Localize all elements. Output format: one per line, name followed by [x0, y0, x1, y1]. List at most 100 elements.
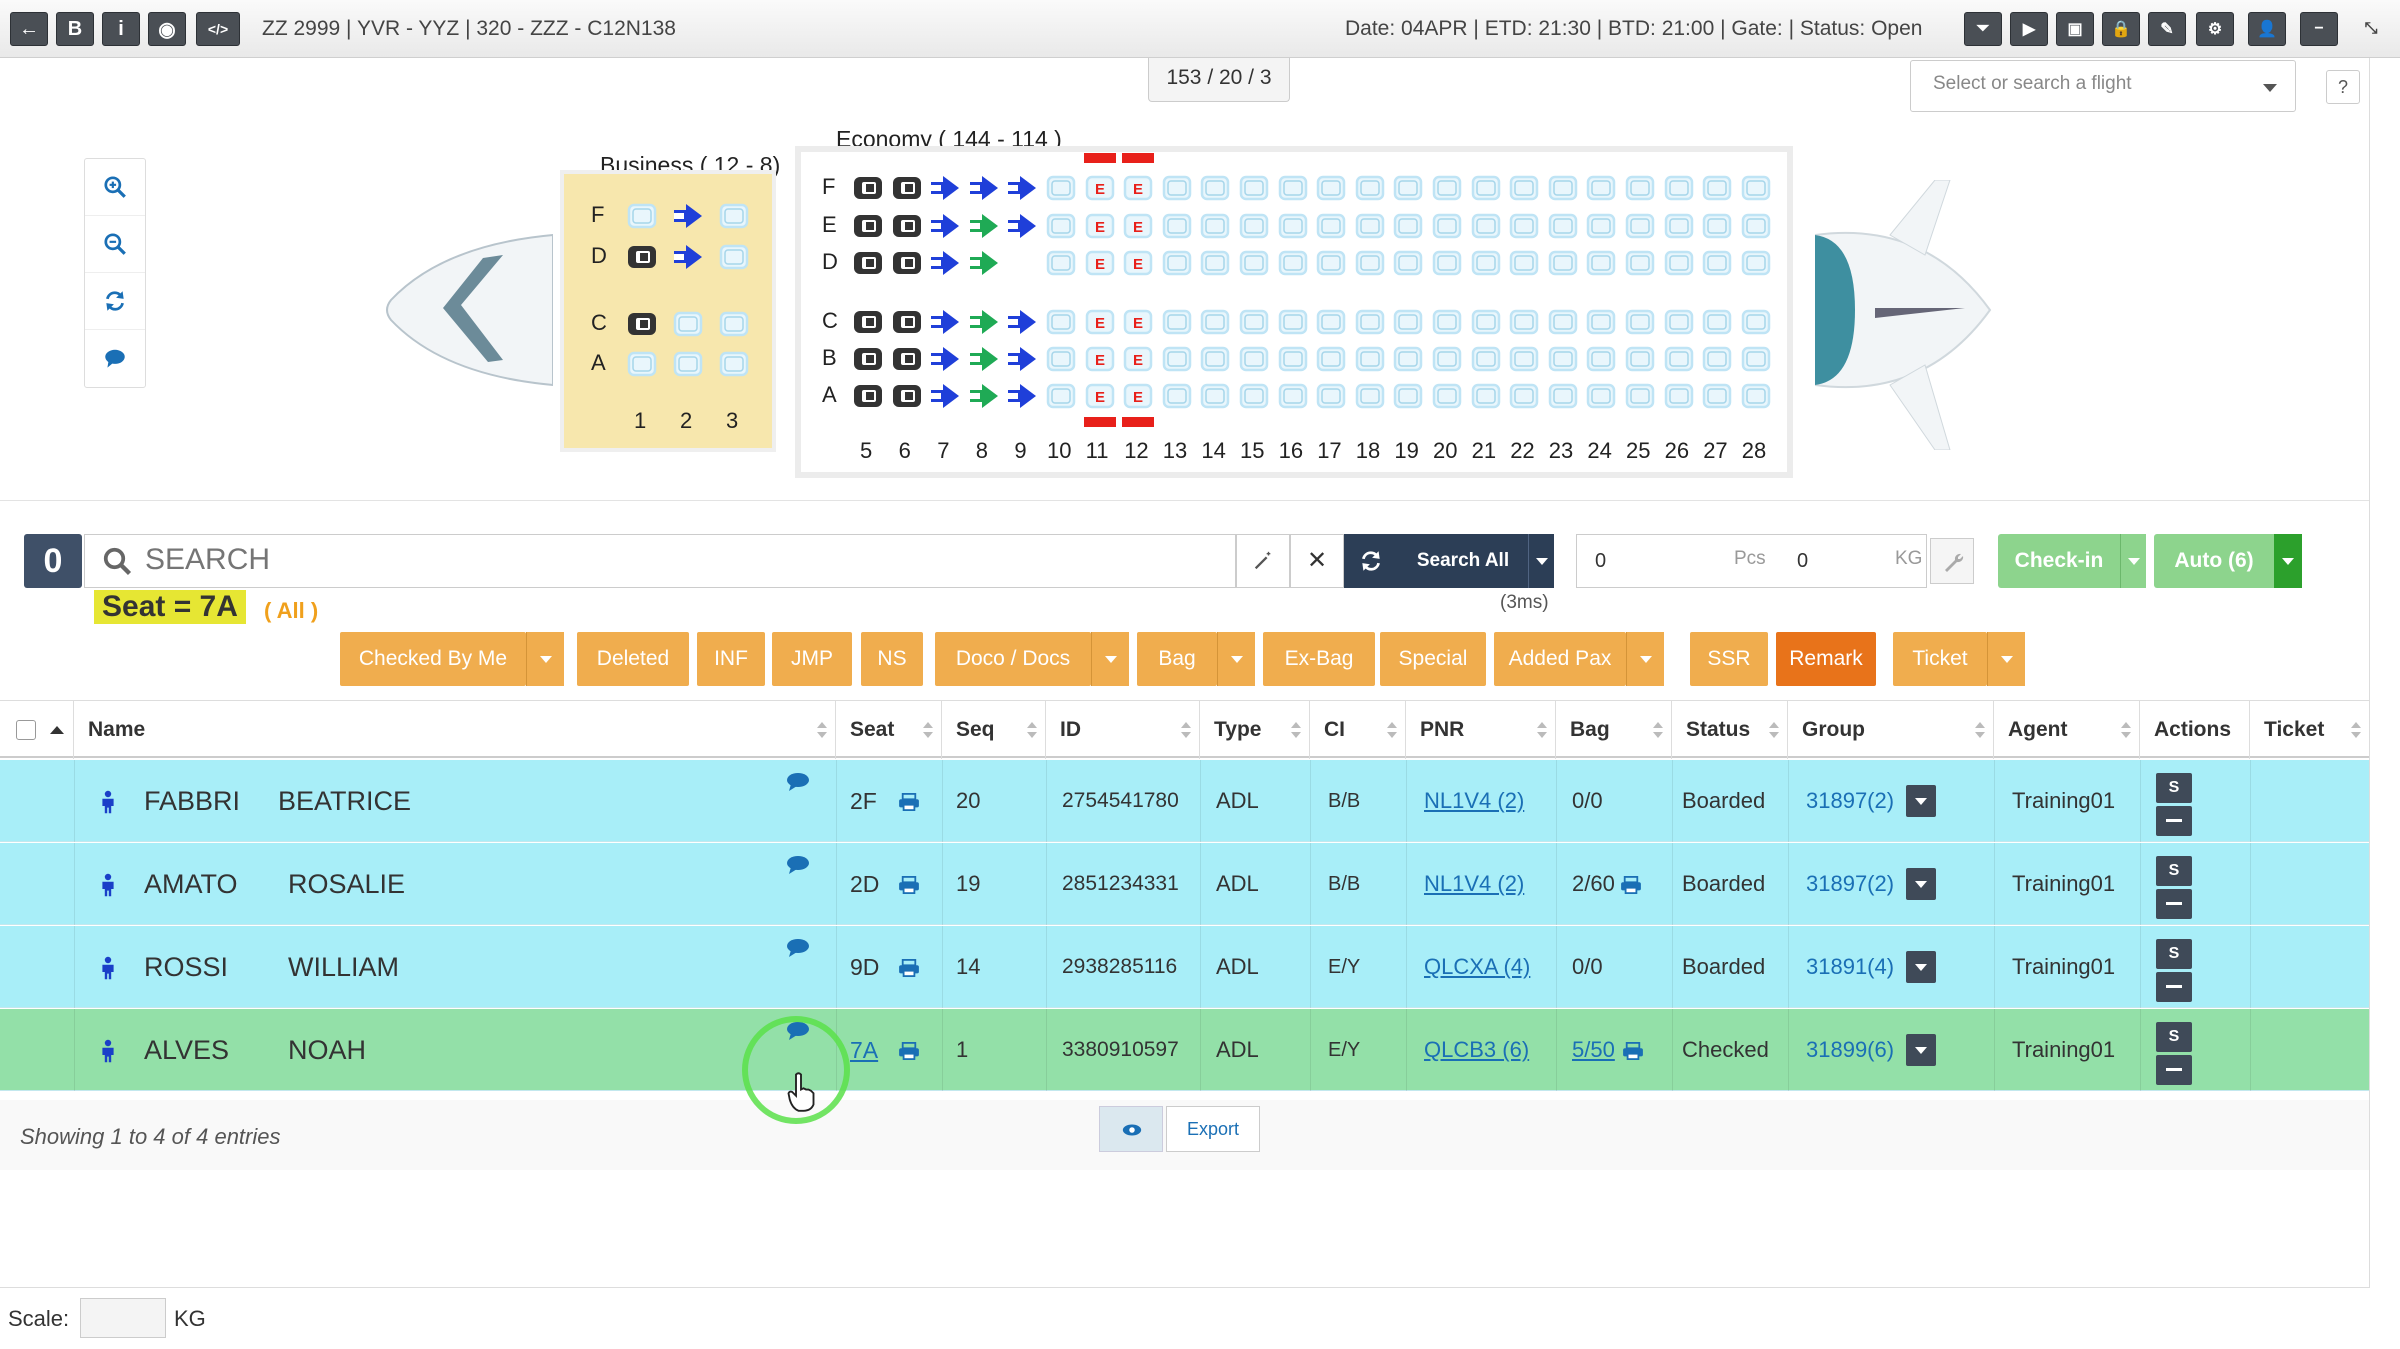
comment-icon[interactable] — [85, 330, 145, 387]
seat-available-icon[interactable] — [1431, 308, 1463, 336]
back-icon[interactable]: ← — [10, 12, 48, 46]
filter-ns-button[interactable]: NS — [861, 632, 923, 686]
filter-icon[interactable]: ⏷ — [1964, 12, 2002, 46]
seat-available-icon[interactable] — [1547, 382, 1579, 410]
filter-deleted-button[interactable]: Deleted — [577, 632, 689, 686]
seat-available-icon[interactable] — [1740, 212, 1772, 240]
clear-search-button[interactable]: ✕ — [1290, 534, 1344, 588]
bag-tag-print-icon[interactable] — [1620, 843, 1642, 925]
group-dropdown[interactable] — [1906, 785, 1936, 817]
seat-available-icon[interactable] — [1199, 345, 1231, 373]
minus-action-button[interactable] — [2156, 806, 2192, 836]
seat-available-icon[interactable] — [1431, 249, 1463, 277]
help-button[interactable]: ? — [2326, 70, 2360, 104]
column-header-pnr[interactable]: PNR — [1406, 701, 1556, 759]
sort-icon[interactable] — [923, 722, 933, 740]
passenger-first-name[interactable]: WILLIAM — [288, 926, 399, 1008]
seat-available-icon[interactable] — [1277, 345, 1309, 373]
seat-available-icon[interactable] — [1199, 212, 1231, 240]
seat-available-icon[interactable] — [626, 350, 658, 378]
s-action-button[interactable]: S — [2156, 856, 2192, 886]
lock-icon[interactable]: 🔒 — [2102, 12, 2140, 46]
search-all-dropdown[interactable] — [1528, 534, 1554, 588]
code-icon[interactable]: </> — [196, 12, 240, 46]
select-all-header[interactable] — [0, 701, 74, 759]
column-header-seq[interactable]: Seq — [942, 701, 1046, 759]
column-header-name[interactable]: Name — [74, 701, 836, 759]
seat-available-icon[interactable] — [1238, 249, 1270, 277]
table-row[interactable]: AMATO ROSALIE 2D 19 2851234331 ADL B/B NL1V4 (2… — [0, 843, 2370, 925]
seat-available-icon[interactable] — [1161, 382, 1193, 410]
seat-blocked-icon[interactable] — [891, 345, 923, 373]
seat-available-icon[interactable] — [1277, 174, 1309, 202]
seat-available-icon[interactable] — [1431, 212, 1463, 240]
seat-available-icon[interactable] — [1547, 212, 1579, 240]
seat-available-icon[interactable] — [1740, 174, 1772, 202]
seat-available-icon[interactable] — [1199, 174, 1231, 202]
group-value[interactable]: 31891(4) — [1806, 926, 1894, 1008]
seat-available-icon[interactable] — [1354, 308, 1386, 336]
seat-blocked-icon[interactable] — [891, 382, 923, 410]
seat-available-icon[interactable] — [1470, 249, 1502, 277]
s-action-button[interactable]: S — [2156, 1022, 2192, 1052]
wrench-icon[interactable]: ✎ — [2148, 12, 2186, 46]
filter-bag-button[interactable]: Bag — [1137, 632, 1217, 686]
column-header-id[interactable]: ID — [1046, 701, 1200, 759]
seat-available-icon[interactable] — [1547, 249, 1579, 277]
seat-available-icon[interactable] — [1315, 345, 1347, 373]
seat-available-icon[interactable] — [1315, 308, 1347, 336]
seat-boarded-icon[interactable] — [672, 243, 704, 271]
scale-weight-field[interactable] — [80, 1298, 166, 1338]
sort-icon[interactable] — [2351, 722, 2361, 740]
seat-available-icon[interactable] — [1470, 174, 1502, 202]
seat-available-icon[interactable] — [1045, 382, 1077, 410]
seat-available-icon[interactable] — [1354, 345, 1386, 373]
seat-available-icon[interactable] — [1199, 382, 1231, 410]
magic-wand-button[interactable] — [1236, 534, 1290, 588]
bag-value[interactable]: 5/50 — [1572, 1009, 1615, 1091]
seat-available-icon[interactable] — [1045, 174, 1077, 202]
seat-available-icon[interactable] — [1624, 382, 1656, 410]
seat-available-icon[interactable] — [1431, 174, 1463, 202]
seat-available-icon[interactable] — [1663, 212, 1695, 240]
seat-available-icon[interactable] — [1701, 382, 1733, 410]
seat-checked-icon[interactable] — [968, 212, 1000, 240]
seat-checked-icon[interactable] — [968, 249, 1000, 277]
bag-tag-print-icon[interactable] — [1622, 1009, 1644, 1091]
seat-available-icon[interactable] — [1508, 345, 1540, 373]
seat-available-icon[interactable] — [1315, 212, 1347, 240]
seat-checked-icon[interactable] — [968, 382, 1000, 410]
table-row[interactable]: FABBRI BEATRICE 2F 20 2754541780 ADL B/B NL1V4 … — [0, 760, 2370, 842]
seat-available-icon[interactable] — [1701, 174, 1733, 202]
pnr-link[interactable]: NL1V4 (2) — [1424, 760, 1524, 842]
seat-available-icon[interactable] — [718, 310, 750, 338]
filter-dropdown[interactable] — [526, 632, 564, 686]
pnr-link[interactable]: NL1V4 (2) — [1424, 843, 1524, 925]
active-filter-tag[interactable]: Seat = 7A — [94, 590, 246, 624]
seat-available-icon[interactable] — [1701, 212, 1733, 240]
zoom-out-icon[interactable] — [85, 216, 145, 273]
exit-seat-icon[interactable]: E — [1084, 308, 1116, 336]
seat-available-icon[interactable] — [718, 350, 750, 378]
seat-blocked-icon[interactable] — [891, 249, 923, 277]
seat-available-icon[interactable] — [1701, 308, 1733, 336]
filter-ticket-button[interactable]: Ticket — [1893, 632, 1987, 686]
table-row[interactable]: ROSSI WILLIAM 9D 14 2938285116 ADL E/Y QLCXA (4… — [0, 926, 2370, 1008]
sort-up-icon[interactable] — [49, 726, 64, 735]
seat-boarded-icon[interactable] — [1006, 174, 1038, 202]
seat-available-icon[interactable] — [1277, 382, 1309, 410]
select-all-checkbox[interactable] — [16, 720, 36, 741]
pnr-link[interactable]: QLCXA (4) — [1424, 926, 1530, 1008]
seat-available-icon[interactable] — [1199, 308, 1231, 336]
seat-boarded-icon[interactable] — [929, 345, 961, 373]
seat-available-icon[interactable] — [1740, 308, 1772, 336]
info-icon[interactable]: i — [102, 12, 140, 46]
seat-boarded-icon[interactable] — [1006, 345, 1038, 373]
seat-blocked-icon[interactable] — [891, 308, 923, 336]
flight-select-dropdown[interactable]: Select or search a flight — [1910, 60, 2296, 112]
seat-available-icon[interactable] — [1354, 174, 1386, 202]
seat-boarded-icon[interactable] — [929, 308, 961, 336]
exit-seat-icon[interactable]: E — [1084, 174, 1116, 202]
auto-dropdown[interactable] — [2274, 534, 2302, 588]
zoom-in-icon[interactable] — [85, 159, 145, 216]
